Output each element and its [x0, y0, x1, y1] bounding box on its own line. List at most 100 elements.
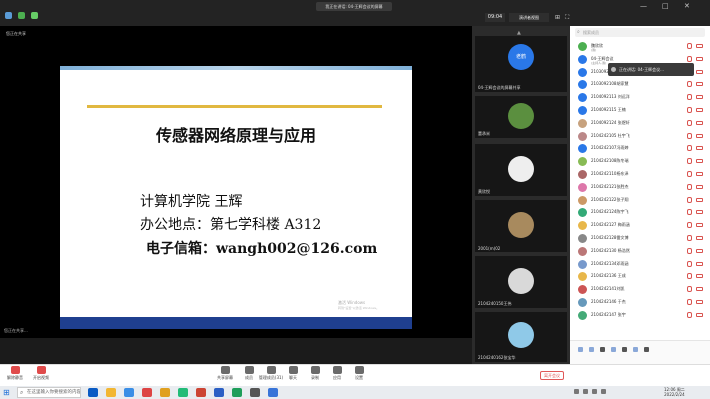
windows-start-icon[interactable]: ⊞ [3, 388, 10, 397]
participant-row[interactable]: 2104242105 杜宇飞 [570, 130, 710, 143]
camera-off-icon[interactable] [696, 69, 703, 74]
file-explorer-icon[interactable] [106, 388, 116, 397]
camera-off-icon[interactable] [696, 210, 703, 215]
video-tile[interactable]: 老鹤 [475, 36, 567, 78]
unmute-all-icon[interactable] [589, 347, 594, 352]
camera-off-icon[interactable] [696, 261, 703, 266]
layout-icon[interactable]: ⊞ [555, 14, 560, 21]
participant-row[interactable]: 2104242128雷文博 [570, 232, 710, 245]
participant-row[interactable]: 2104242110杨东泽 [570, 168, 710, 181]
excel-icon[interactable] [232, 388, 242, 397]
browser-icon[interactable] [142, 388, 152, 397]
camera-off-icon[interactable] [696, 56, 703, 61]
participant-search-input[interactable]: ⌕ 搜索成员 [575, 28, 705, 37]
app-icon[interactable] [250, 388, 260, 397]
mic-muted-icon[interactable] [687, 183, 692, 190]
expand-icon[interactable] [644, 347, 649, 352]
video-tile[interactable]: 董承米 [475, 96, 567, 138]
maximize-icon[interactable]: □ [662, 2, 669, 10]
lock-icon[interactable] [600, 347, 605, 352]
video-tile[interactable]: 黄欣悦 [475, 144, 567, 196]
taskbar-clock[interactable]: 12:06 周二 2022/2/24 [664, 387, 685, 397]
minimize-icon[interactable]: — [640, 2, 647, 10]
participant-row[interactable]: 2104242136 王成 [570, 270, 710, 283]
participant-row[interactable]: 魏欣欣 (我) [570, 40, 710, 53]
participant-row[interactable]: 2104242108陈冬瑞 [570, 155, 710, 168]
fullscreen-icon[interactable]: ⛶ [565, 14, 569, 22]
mic-muted-icon[interactable] [687, 81, 692, 88]
camera-off-icon[interactable] [696, 82, 703, 87]
participant-row[interactable]: 2104242121张胜杰 [570, 181, 710, 194]
volume-icon[interactable] [592, 389, 597, 394]
input-method-icon[interactable] [601, 389, 606, 394]
camera-off-icon[interactable] [696, 223, 703, 228]
mic-muted-icon[interactable] [687, 286, 692, 293]
camera-off-icon[interactable] [696, 299, 703, 304]
participant-row[interactable]: 2104242124陈宇飞 [570, 206, 710, 219]
camera-off-icon[interactable] [696, 107, 703, 112]
video-button[interactable]: 开启视频 [26, 366, 56, 381]
mic-muted-icon[interactable] [687, 119, 692, 126]
mic-muted-icon[interactable] [687, 260, 692, 267]
camera-off-icon[interactable] [696, 159, 703, 164]
mic-muted-icon[interactable] [687, 234, 692, 241]
camera-off-icon[interactable] [696, 95, 703, 100]
camera-off-icon[interactable] [696, 120, 703, 125]
taskbar-search-input[interactable]: ⌕ 在这里输入你要搜索的内容 [17, 387, 81, 398]
mic-muted-icon[interactable] [687, 132, 692, 139]
more-icon[interactable] [622, 347, 627, 352]
video-tile[interactable]: 2104240162张宝华 [475, 312, 567, 362]
video-tile[interactable]: 2001(m)02 [475, 200, 567, 252]
mute-all-icon[interactable] [578, 347, 583, 352]
camera-off-icon[interactable] [696, 197, 703, 202]
video-tile[interactable]: 2104240150王伟 [475, 256, 567, 308]
participant-row[interactable]: 2104092124 张煜轩 [570, 117, 710, 130]
settings-button[interactable]: 设置 [344, 366, 374, 381]
chat-app-icon[interactable] [178, 388, 188, 397]
mic-muted-icon[interactable] [687, 43, 692, 49]
camera-off-icon[interactable] [696, 44, 703, 48]
camera-off-icon[interactable] [696, 235, 703, 240]
mic-muted-icon[interactable] [687, 55, 692, 62]
network-icon[interactable] [583, 389, 588, 394]
close-icon[interactable]: ✕ [684, 2, 690, 10]
participant-row[interactable]: 2104092115 王楠 [570, 104, 710, 117]
settings-icon[interactable] [633, 347, 638, 352]
mic-muted-icon[interactable] [687, 106, 692, 113]
camera-off-icon[interactable] [696, 287, 703, 292]
mic-muted-icon[interactable] [687, 145, 692, 152]
invite-icon[interactable] [611, 347, 616, 352]
mic-muted-icon[interactable] [687, 209, 692, 216]
tray-icon[interactable] [574, 389, 579, 394]
camera-off-icon[interactable] [696, 171, 703, 176]
mic-muted-icon[interactable] [687, 222, 692, 229]
participant-row[interactable]: 2104242147 张宇 [570, 309, 710, 322]
mic-muted-icon[interactable] [687, 273, 692, 280]
word-icon[interactable] [214, 388, 224, 397]
participant-row[interactable]: 2103092108胡家慧 [570, 78, 710, 91]
edge-icon[interactable] [88, 388, 98, 397]
participant-row[interactable]: 2104242122张子翔 [570, 194, 710, 207]
mic-muted-icon[interactable] [687, 247, 692, 254]
participant-row[interactable]: 2104242146 于杰 [570, 296, 710, 309]
meeting-app-icon[interactable] [268, 388, 278, 397]
participant-row[interactable]: 2104092113 刘远洋 [570, 91, 710, 104]
participant-row[interactable]: 2104242107冯雨婷 [570, 142, 710, 155]
camera-off-icon[interactable] [696, 184, 703, 189]
mic-muted-icon[interactable] [687, 311, 692, 318]
signal-icon[interactable] [31, 12, 38, 19]
mic-muted-icon[interactable] [687, 196, 692, 203]
shield-icon[interactable] [18, 12, 25, 19]
participant-row[interactable]: 2104242130 杨浩然 [570, 245, 710, 258]
camera-off-icon[interactable] [696, 133, 703, 138]
participant-row[interactable]: 2104242141刘凯 [570, 283, 710, 296]
mic-muted-icon[interactable] [687, 158, 692, 165]
mic-muted-icon[interactable] [687, 94, 692, 101]
view-switch-button[interactable]: 演讲者视图 [509, 13, 549, 22]
video-tile[interactable]: 04-王辉会议的屏幕共享 [475, 78, 567, 92]
mic-muted-icon[interactable] [687, 298, 692, 305]
participant-row[interactable]: 2104242134邓雨涵 [570, 258, 710, 271]
store-icon[interactable] [124, 388, 134, 397]
camera-off-icon[interactable] [696, 274, 703, 279]
mic-muted-icon[interactable] [687, 170, 692, 177]
